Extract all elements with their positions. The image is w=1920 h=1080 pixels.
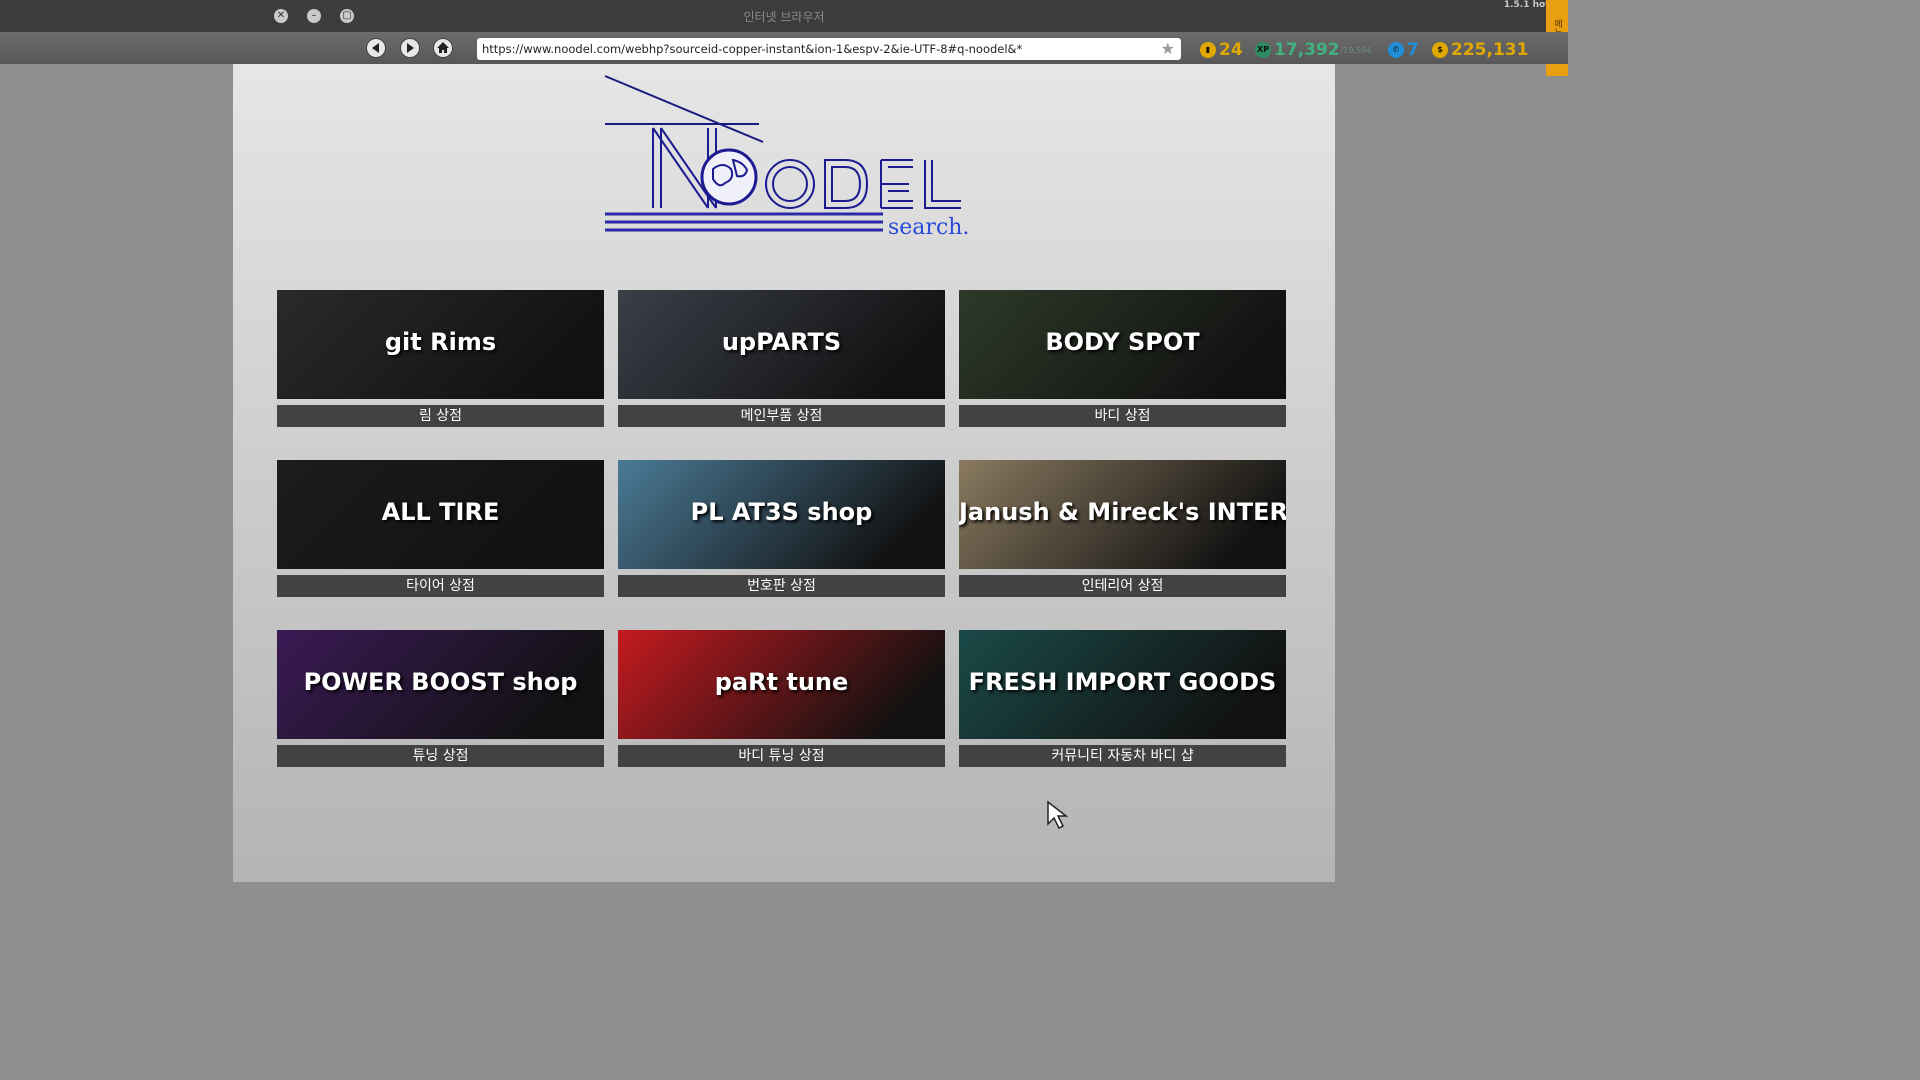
shop-card[interactable]: upPARTS 메인부품 상점 [618,290,945,427]
shop-card[interactable]: PL AT3S shop 번호판 상점 [618,460,945,597]
shop-banner-logo: PL AT3S shop [690,498,873,526]
shop-banner-logo: FRESH IMPORT GOODS [968,668,1277,696]
money-value: 225,131 [1451,40,1529,60]
address-bar[interactable]: https://www.noodel.com/webhp?sourceid-co… [477,38,1181,60]
shop-banner-logo: paRt tune [714,668,849,696]
shop-label[interactable]: 타이어 상점 [277,575,604,597]
browser-page: search. git Rims 림 상점 upPARTS 메인부품 상점 BODY S… [233,64,1335,882]
mouse-cursor-icon [1046,800,1072,834]
shop-label[interactable]: 바디 튜닝 상점 [618,745,945,767]
level-value: 24 [1219,40,1243,60]
shop-label[interactable]: 커뮤니티 자동차 바디 샵 [959,745,1286,767]
shop-banner-logo: BODY SPOT [1045,328,1200,356]
money-stat: $ 225,131 [1432,40,1528,60]
shop-banner-image[interactable]: upPARTS [618,290,945,399]
phone-stat: ✆ 7 [1388,40,1419,60]
xp-max: /19,594 [1340,45,1372,55]
forward-icon[interactable] [400,38,420,58]
shop-banner-image[interactable]: git Rims [277,290,604,399]
xp-stat: XP 17,392 /19,594 [1255,40,1371,60]
shop-label[interactable]: 바디 상점 [959,405,1286,427]
shop-card[interactable]: ALL TIRE 타이어 상점 [277,460,604,597]
xp-value: 17,392 [1274,40,1340,60]
shop-card[interactable]: POWER BOOST shop 튜닝 상점 [277,630,604,767]
xp-icon: XP [1255,42,1271,58]
window-title: 인터넷 브라우저 [743,10,825,24]
shop-banner-logo: upPARTS [721,328,842,356]
window-titlebar: ✕ – ▢ 인터넷 브라우저 1.5.1 hotfix [0,0,1568,32]
shop-banner-logo: Janush & Mireck's INTERIORS [959,498,1286,526]
shop-banner-image[interactable]: ALL TIRE [277,460,604,569]
phone-icon: ✆ [1388,42,1404,58]
shop-label[interactable]: 번호판 상점 [618,575,945,597]
url-text: https://www.noodel.com/webhp?sourceid-co… [482,42,1023,56]
dollar-icon: $ [1432,42,1448,58]
level-icon: ▮ [1200,42,1216,58]
shop-card[interactable]: git Rims 림 상점 [277,290,604,427]
shop-banner-logo: POWER BOOST shop [303,668,578,696]
shop-card[interactable]: Janush & Mireck's INTERIORS 인테리어 상점 [959,460,1286,597]
shop-card[interactable]: BODY SPOT 바디 상점 [959,290,1286,427]
shop-card[interactable]: FRESH IMPORT GOODS 커뮤니티 자동차 바디 샵 [959,630,1286,767]
bookmark-star-icon[interactable]: ★ [1161,38,1175,60]
noodel-logo[interactable]: search. [603,74,973,248]
logo-tagline: search. [888,215,969,240]
shop-banner-logo: ALL TIRE [381,498,500,526]
shop-banner-image[interactable]: Janush & Mireck's INTERIORS [959,460,1286,569]
shop-banner-image[interactable]: paRt tune [618,630,945,739]
shop-card[interactable]: paRt tune 바디 튜닝 상점 [618,630,945,767]
home-icon[interactable] [433,38,453,58]
shop-banner-image[interactable]: PL AT3S shop [618,460,945,569]
shop-banner-logo: git Rims [384,328,497,356]
shop-label[interactable]: 림 상점 [277,405,604,427]
shop-label[interactable]: 튜닝 상점 [277,745,604,767]
back-icon[interactable] [366,38,386,58]
level-stat: ▮ 24 [1200,40,1243,60]
phone-value: 7 [1407,40,1419,60]
shop-label[interactable]: 인테리어 상점 [959,575,1286,597]
shop-banner-image[interactable]: POWER BOOST shop [277,630,604,739]
shop-label[interactable]: 메인부품 상점 [618,405,945,427]
shop-banner-image[interactable]: BODY SPOT [959,290,1286,399]
shop-banner-image[interactable]: FRESH IMPORT GOODS [959,630,1286,739]
